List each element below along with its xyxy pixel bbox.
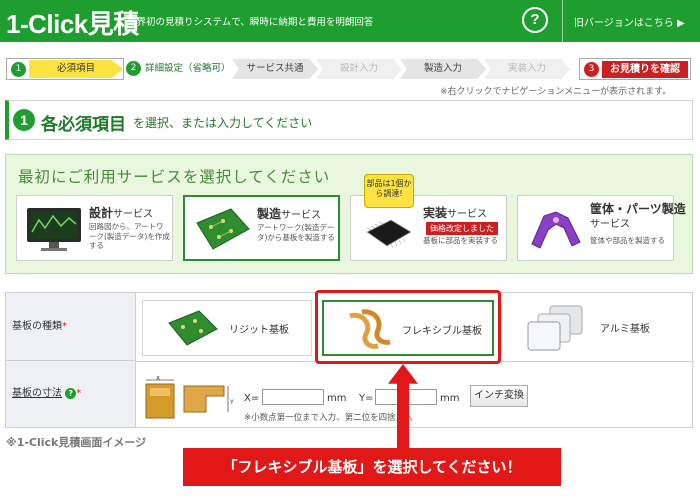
board-size-label: 基板の寸法 ? * xyxy=(6,361,136,427)
service-selection-panel: 最初にご利用サービスを選択してください 設計サービス 回路図から、アートワーク(… xyxy=(5,154,693,274)
service-desc-mounting: 基板に部品を実装する xyxy=(423,236,498,245)
step-details-label: 詳細設定（省略可） xyxy=(145,63,231,74)
help-button[interactable]: ? xyxy=(522,7,548,33)
header-divider xyxy=(562,0,563,42)
enclosure-part-icon xyxy=(531,211,581,249)
parts-badge: 部品は1個から調達! xyxy=(364,174,414,208)
section-number: 1 xyxy=(13,109,35,131)
help-icon[interactable]: ? xyxy=(65,387,77,399)
service-card-manufacturing[interactable]: 製造サービス アートワーク(製造データ)から基板を製造する xyxy=(183,195,340,261)
tab-design-input[interactable]: 設計入力 xyxy=(316,59,402,79)
dimension-note: ※小数点第一位まで入力、第二位を四捨五入 xyxy=(244,413,413,423)
screen-caption: ※1-Click見積画面イメージ xyxy=(6,436,147,449)
selection-highlight xyxy=(315,290,501,364)
header-tagline: 業界初の見積りシステムで、瞬時に納期と費用を明朗回答 xyxy=(127,17,374,28)
aluminum-board-icon xyxy=(527,305,583,351)
board-option-rigid-label: リジット基板 xyxy=(229,325,289,336)
service-card-design[interactable]: 設計サービス 回路図から、アートワーク(製造データ)を作成する xyxy=(16,195,173,261)
service-desc-manufacturing: アートワーク(製造データ)から基板を製造する xyxy=(257,223,335,242)
pcb-board-icon xyxy=(196,208,250,250)
section-heading: 1 各必須項目 を選択、または入力してください xyxy=(5,100,693,140)
service-desc-design: 回路図から、アートワーク(製造データ)を作成する xyxy=(89,222,170,250)
service-name-manufacturing: 製造サービス xyxy=(257,207,322,221)
check-quote-label: お見積りを確認 xyxy=(602,61,688,78)
step-required-label: 必須項目 xyxy=(29,60,123,78)
y-label: Y= xyxy=(359,393,374,404)
board-option-aluminum-label: アルミ基板 xyxy=(600,324,650,335)
board-option-rigid[interactable]: リジット基板 xyxy=(142,300,312,356)
old-version-link[interactable]: 旧バージョンはこちら ▶ xyxy=(574,14,685,29)
service-desc-enclosure: 筐体や部品を製造する xyxy=(590,236,665,245)
monitor-icon xyxy=(27,208,81,251)
logo[interactable]: 1-Click見積 xyxy=(6,4,139,41)
x-label: X= xyxy=(244,393,260,404)
service-name-enclosure: 筐体・パーツ製造 サービス xyxy=(590,202,686,230)
tab-manufacturing-input[interactable]: 製造入力 xyxy=(400,59,486,79)
step-required[interactable]: 1 必須項目 xyxy=(6,58,124,80)
tab-service-common[interactable]: サービス共通 xyxy=(232,59,318,79)
step-number-1: 1 xyxy=(11,62,26,77)
service-heading: 最初にご利用サービスを選択してください xyxy=(18,168,331,186)
y-unit: mm xyxy=(440,393,460,404)
service-name-design: 設計サービス xyxy=(89,206,154,220)
right-click-note: ※右クリックでナビゲーションメニューが表示されます。 xyxy=(440,87,672,97)
step-number-2: 2 xyxy=(126,61,141,76)
step-details[interactable]: 2 詳細設定（省略可） xyxy=(124,58,232,80)
inch-convert-button[interactable]: インチ変換 xyxy=(470,385,528,407)
board-dimension-diagram: X Y xyxy=(145,376,234,419)
x-dimension-input[interactable] xyxy=(262,389,324,405)
tab-mounting-input[interactable]: 実装入力 xyxy=(484,59,570,79)
check-quote-button[interactable]: 3 お見積りを確認 xyxy=(579,58,691,80)
board-type-label: 基板の種類* xyxy=(6,293,136,361)
dim-img-x-label: X xyxy=(156,376,160,382)
service-name-mounting: 実装サービス xyxy=(423,206,488,220)
app-header: 1-Click見積 業界初の見積りシステムで、瞬時に納期と費用を明朗回答 ? 旧… xyxy=(0,0,700,42)
service-card-enclosure[interactable]: 筐体・パーツ製造 サービス 筐体や部品を製造する xyxy=(517,195,686,261)
dim-img-y-label: Y xyxy=(229,399,234,406)
step-number-3: 3 xyxy=(584,62,599,77)
section-title: 各必須項目 xyxy=(41,115,126,135)
instruction-callout: 「フレキシブル基板」を選択してください！ xyxy=(183,448,561,486)
board-option-aluminum[interactable]: アルミ基板 xyxy=(502,300,690,356)
rigid-board-icon xyxy=(168,310,218,346)
x-unit: mm xyxy=(327,393,347,404)
price-revision-tag: 価格改定しました xyxy=(426,222,498,235)
section-subtitle: を選択、または入力してください xyxy=(133,116,313,130)
ic-chip-icon xyxy=(366,219,412,249)
